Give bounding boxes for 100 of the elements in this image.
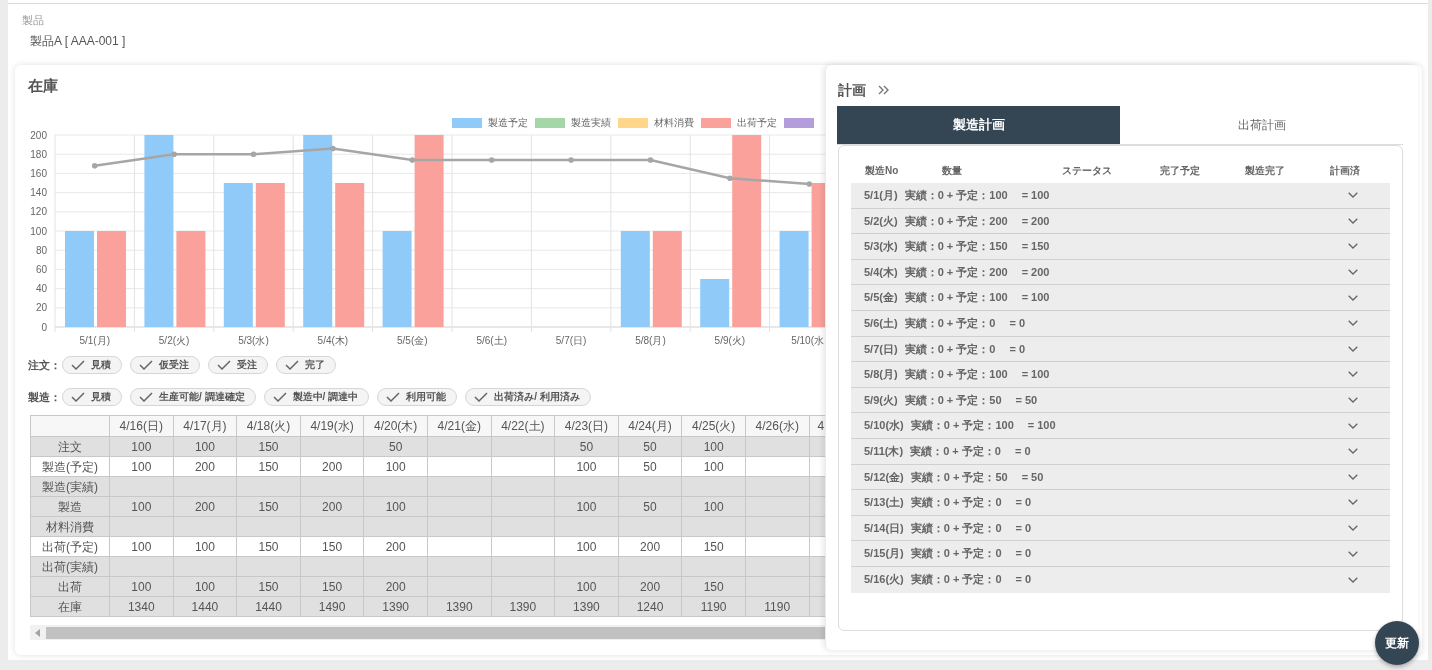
row-header: 在庫 <box>30 596 110 617</box>
chevron-down-icon[interactable] <box>1348 397 1358 404</box>
chevron-down-icon[interactable] <box>1348 473 1358 480</box>
table-header-cell: 4/17(月) <box>173 415 237 437</box>
chevron-down-icon[interactable] <box>1348 243 1358 250</box>
chevron-down-icon[interactable] <box>1348 294 1358 301</box>
filter-chip[interactable]: 製造中/ 調達中 <box>263 388 370 406</box>
table-cell: 50 <box>618 436 682 457</box>
section-title: 在庫 <box>28 77 58 94</box>
filter-chip[interactable]: 受注 <box>208 356 268 374</box>
filter-label: 注文： <box>28 357 62 373</box>
y-axis-label: 180 <box>30 148 47 160</box>
y-axis-label: 60 <box>35 263 47 275</box>
column-header: 数量 <box>942 165 962 176</box>
data-point <box>409 157 416 163</box>
chevron-down-icon[interactable] <box>1348 371 1358 378</box>
table-header-cell: 4/22(土) <box>491 415 555 437</box>
y-axis-label: 160 <box>30 167 47 179</box>
filter-chip[interactable]: 仮受注 <box>130 356 200 374</box>
plan-row[interactable]: 5/2(火) 実績：0 + 予定：200 = 200 <box>851 208 1390 235</box>
table-cell: 150 <box>236 536 301 557</box>
table-cell: 1390 <box>554 596 619 617</box>
chevron-down-icon[interactable] <box>1348 499 1358 506</box>
checkmark-icon <box>285 360 299 370</box>
filter-chip[interactable]: 出荷済み/ 利用済み <box>465 388 591 406</box>
y-axis-label: 100 <box>30 225 47 237</box>
chevron-down-icon[interactable] <box>1348 448 1358 455</box>
table-cell: 100 <box>363 456 428 477</box>
filter-chip[interactable]: 完了 <box>276 356 336 374</box>
table-cell: 100 <box>173 576 237 597</box>
chevron-down-icon[interactable] <box>1348 192 1358 199</box>
y-axis-label: 0 <box>41 321 47 333</box>
table-cell: 150 <box>681 576 746 597</box>
table-cell: 200 <box>363 536 428 557</box>
table-cell: 100 <box>363 496 428 517</box>
table-cell: 100 <box>681 496 746 517</box>
double-chevron-icon[interactable] <box>878 85 889 95</box>
chevron-down-icon[interactable] <box>1348 550 1358 557</box>
legend-label: 製造実績 <box>571 117 611 129</box>
plan-row[interactable]: 5/12(金) 実績：0 + 予定：50 = 50 <box>851 464 1390 491</box>
chevron-down-icon[interactable] <box>1348 345 1358 352</box>
plan-row[interactable]: 5/11(木) 実績：0 + 予定：0 = 0 <box>851 438 1390 465</box>
y-axis-label: 140 <box>30 187 47 199</box>
chevron-down-icon[interactable] <box>1348 320 1358 327</box>
table-cell: 50 <box>618 496 682 517</box>
table-cell: 100 <box>681 436 746 457</box>
column-header: 製造完了 <box>1245 165 1285 176</box>
checkmark-icon <box>217 360 231 370</box>
filter-chip[interactable]: 見積 <box>62 388 122 406</box>
table-cell: 50 <box>618 456 682 477</box>
x-axis-label: 5/9(火) <box>714 335 746 346</box>
table-cell: 1190 <box>745 596 810 617</box>
tab[interactable]: 製造計画 <box>837 106 1120 144</box>
chevron-down-icon[interactable] <box>1348 525 1358 531</box>
table-cell: 100 <box>173 436 237 457</box>
table-cell: 100 <box>554 496 619 517</box>
chevron-down-icon[interactable] <box>1348 576 1358 583</box>
table-header-cell: 4/26(水) <box>745 415 810 437</box>
plan-row[interactable]: 5/10(水) 実績：0 + 予定：100 = 100 <box>851 413 1390 439</box>
table-cell: 200 <box>363 576 428 597</box>
table-cell: 100 <box>554 576 619 597</box>
chevron-down-icon[interactable] <box>1348 269 1358 276</box>
filter-chip[interactable]: 見積 <box>62 356 122 374</box>
plan-row[interactable]: 5/15(月) 実績：0 + 予定：0 = 0 <box>851 541 1390 567</box>
table-cell: 50 <box>554 436 619 457</box>
plan-row[interactable]: 5/13(土) 実績：0 + 予定：0 = 0 <box>851 490 1390 516</box>
table-cell: 200 <box>300 496 364 517</box>
legend-label: 製造予定 <box>488 117 528 129</box>
plan-row[interactable]: 5/5(金) 実績：0 + 予定：100 = 100 <box>851 285 1390 311</box>
checkmark-icon <box>71 360 85 370</box>
horizontal-scrollbar[interactable] <box>30 625 825 640</box>
row-header: 製造(実績) <box>30 476 110 497</box>
table-cell: 150 <box>300 536 364 557</box>
table-cell: 100 <box>681 456 746 477</box>
filter-chip[interactable]: 利用可能 <box>377 388 458 406</box>
column-header: 計画済 <box>1330 165 1360 176</box>
checkmark-icon <box>139 392 153 402</box>
chevron-down-icon[interactable] <box>1348 217 1358 224</box>
y-axis-label: 120 <box>30 206 47 218</box>
data-point <box>91 162 98 169</box>
filter-chip[interactable]: 生産可能/ 調達確定 <box>130 388 256 406</box>
plan-row[interactable]: 5/1(月) 実績：0 + 予定：100 = 100 <box>851 183 1390 209</box>
table-cell: 100 <box>109 536 174 557</box>
table-header-cell: 4/18(火) <box>236 415 301 437</box>
plan-row[interactable]: 5/16(火) 実績：0 + 予定：0 = 0 <box>851 566 1390 593</box>
table-cell: 1440 <box>236 596 301 617</box>
table-cell: 1390 <box>491 596 555 617</box>
plan-row[interactable]: 5/9(火) 実績：0 + 予定：50 = 50 <box>851 387 1390 414</box>
row-header: 材料消費 <box>30 516 110 537</box>
plan-row[interactable]: 5/8(月) 実績：0 + 予定：100 = 100 <box>851 362 1390 388</box>
plan-row[interactable]: 5/6(土) 実績：0 + 予定：0 = 0 <box>851 310 1390 337</box>
plan-row[interactable]: 5/4(木) 実績：0 + 予定：200 = 200 <box>851 259 1390 286</box>
plan-row[interactable]: 5/3(水) 実績：0 + 予定：150 = 150 <box>851 234 1390 260</box>
checkmark-icon <box>474 392 489 402</box>
plan-row[interactable]: 5/7(日) 実績：0 + 予定：0 = 0 <box>851 336 1390 363</box>
chevron-down-icon[interactable] <box>1348 422 1358 429</box>
scrollbar-thumb[interactable] <box>46 626 825 639</box>
x-axis-label: 5/6(土) <box>476 335 507 346</box>
table-cell: 100 <box>109 456 174 477</box>
plan-row[interactable]: 5/14(日) 実績：0 + 予定：0 = 0 <box>851 515 1390 542</box>
